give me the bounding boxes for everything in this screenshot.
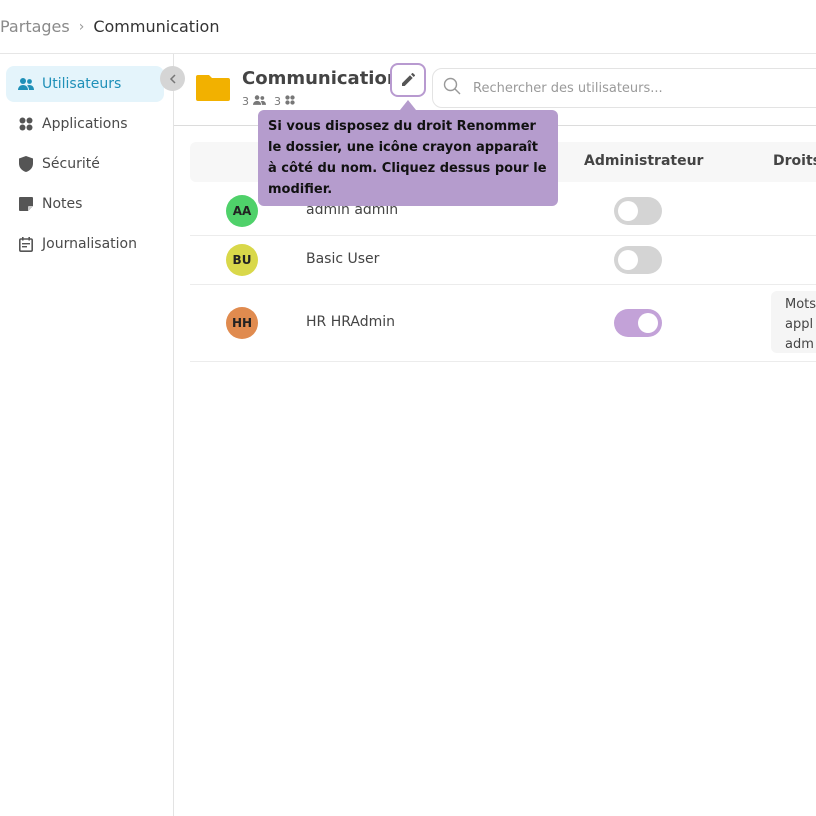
avatar: BU (226, 244, 258, 276)
rights-line: appl (785, 317, 814, 332)
admin-toggle[interactable] (614, 246, 662, 274)
user-name: HR HRAdmin (306, 314, 396, 330)
search-icon (443, 77, 461, 99)
folder-icon (196, 73, 230, 105)
breadcrumb-root-link[interactable]: Partages (0, 17, 70, 36)
admin-toggle[interactable] (614, 309, 662, 337)
note-icon (18, 196, 34, 212)
sidebar-item-label: Notes (42, 196, 83, 212)
breadcrumb: Partages › Communication (0, 17, 219, 36)
help-tooltip: Si vous disposez du droit Renommer le do… (258, 110, 558, 206)
users-count: 3 (242, 95, 249, 108)
rights-line: Mots (785, 297, 816, 312)
chevron-left-icon (169, 69, 177, 88)
user-search-box[interactable] (432, 68, 816, 108)
users-icon (18, 76, 34, 92)
breadcrumb-current: Communication (93, 17, 220, 36)
apps-small-icon (285, 95, 295, 108)
sidebar-item-label: Utilisateurs (42, 76, 122, 92)
folder-name: Communication (242, 68, 400, 89)
sidebar-item-applications[interactable]: Applications (6, 106, 164, 142)
sidebar: Utilisateurs Applications Sécurité Notes… (0, 54, 174, 816)
calendar-log-icon (18, 236, 34, 252)
sidebar-item-logging[interactable]: Journalisation (6, 226, 164, 262)
sidebar-collapse-button[interactable] (160, 66, 185, 91)
sidebar-item-users[interactable]: Utilisateurs (6, 66, 164, 102)
folder-stats: 3 3 (242, 95, 295, 108)
apps-grid-icon (18, 116, 34, 132)
toggle-knob (618, 201, 638, 221)
admin-toggle[interactable] (614, 197, 662, 225)
rename-folder-button[interactable] (390, 63, 426, 97)
sidebar-item-notes[interactable]: Notes (6, 186, 164, 222)
table-row[interactable]: HH HR HRAdmin Mots appl adm (190, 285, 816, 362)
toggle-knob (638, 313, 658, 333)
apps-count: 3 (274, 95, 281, 108)
toggle-knob (618, 250, 638, 270)
tooltip-arrow (400, 100, 416, 110)
sidebar-item-label: Journalisation (42, 236, 137, 252)
sidebar-item-label: Sécurité (42, 156, 100, 172)
rights-line: adm (785, 337, 814, 352)
avatar: AA (226, 195, 258, 227)
avatar: HH (226, 307, 258, 339)
column-header-admin: Administrateur (584, 153, 704, 169)
table-row[interactable]: BU Basic User (190, 236, 816, 285)
sidebar-item-label: Applications (42, 116, 128, 132)
column-header-rights: Droits (773, 153, 816, 169)
pencil-icon (401, 71, 415, 90)
user-name: Basic User (306, 251, 380, 267)
top-bar: Partages › Communication (0, 0, 816, 54)
shield-icon (18, 156, 34, 172)
breadcrumb-separator: › (78, 18, 85, 35)
sidebar-item-security[interactable]: Sécurité (6, 146, 164, 182)
search-input[interactable] (473, 80, 793, 96)
rights-chip[interactable]: Mots appl adm (771, 291, 816, 353)
users-small-icon (253, 95, 266, 108)
